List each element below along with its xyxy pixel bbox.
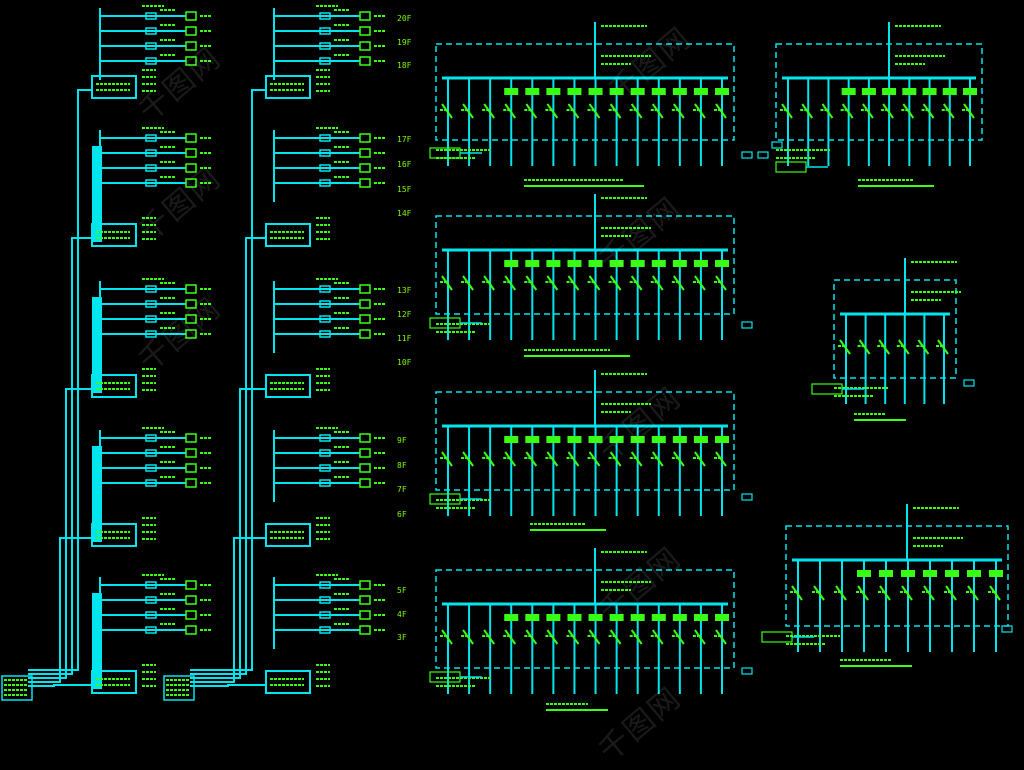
breaker-tag	[609, 436, 624, 443]
floor-label: 17F	[397, 135, 412, 144]
breaker-tag	[630, 88, 645, 95]
feeder-line	[190, 684, 266, 687]
breaker-tag	[672, 260, 687, 267]
riser-fill	[92, 593, 102, 689]
breaker-tag	[609, 260, 624, 267]
breaker-tag	[693, 614, 708, 621]
breaker-tag	[588, 260, 603, 267]
breaker-tag	[693, 88, 708, 95]
breaker-tag	[630, 614, 645, 621]
breaker-tag	[963, 88, 977, 95]
breaker-tag	[841, 88, 856, 95]
breaker-tag	[922, 88, 937, 95]
breaker-tag	[609, 614, 624, 621]
riser-fill	[92, 297, 102, 393]
floor-label: 16F	[397, 160, 412, 169]
breaker-tag	[504, 260, 519, 267]
breaker-tag	[672, 88, 687, 95]
floor-label: 10F	[397, 358, 412, 367]
floor-label: 13F	[397, 286, 412, 295]
riser-fill	[92, 146, 102, 242]
breaker-tag	[672, 436, 687, 443]
breaker-tag	[715, 614, 729, 621]
breaker-tag	[923, 570, 937, 577]
breaker-tag	[672, 614, 687, 621]
breaker-tag	[715, 260, 729, 267]
breaker-tag	[630, 260, 645, 267]
breaker-tag	[567, 614, 582, 621]
floor-label: 4F	[397, 610, 407, 619]
breaker-tag	[525, 260, 540, 267]
breaker-tag	[942, 88, 957, 95]
floor-label: 6F	[397, 510, 407, 519]
floor-label: 12F	[397, 310, 412, 319]
breaker-tag	[861, 88, 876, 95]
breaker-tag	[546, 436, 561, 443]
floor-label: 8F	[397, 461, 407, 470]
breaker-tag	[879, 570, 893, 577]
breaker-tag	[504, 436, 519, 443]
breaker-tag	[989, 570, 1003, 577]
breaker-tag	[651, 614, 666, 621]
floor-label: 9F	[397, 436, 407, 445]
breaker-tag	[857, 570, 871, 577]
breaker-tag	[588, 436, 603, 443]
breaker-tag	[651, 88, 666, 95]
breaker-tag	[546, 88, 561, 95]
breaker-tag	[945, 570, 959, 577]
breaker-tag	[525, 614, 540, 621]
floor-label: 11F	[397, 334, 412, 343]
breaker-tag	[967, 570, 981, 577]
breaker-tag	[901, 570, 915, 577]
floor-label: 3F	[397, 633, 407, 642]
breaker-tag	[882, 88, 897, 95]
floor-label: 15F	[397, 185, 412, 194]
breaker-tag	[525, 88, 540, 95]
breaker-tag	[715, 436, 729, 443]
breaker-tag	[525, 436, 540, 443]
breaker-tag	[609, 88, 624, 95]
breaker-tag	[588, 88, 603, 95]
breaker-tag	[546, 614, 561, 621]
floor-label: 20F	[397, 14, 412, 23]
breaker-tag	[567, 88, 582, 95]
floor-label: 18F	[397, 61, 412, 70]
breaker-tag	[693, 436, 708, 443]
floor-label: 19F	[397, 38, 412, 47]
floor-label: 7F	[397, 485, 407, 494]
breaker-tag	[630, 436, 645, 443]
breaker-tag	[715, 88, 729, 95]
breaker-tag	[546, 260, 561, 267]
floor-label: 5F	[397, 586, 407, 595]
breaker-tag	[567, 260, 582, 267]
breaker-tag	[504, 614, 519, 621]
breaker-tag	[902, 88, 917, 95]
breaker-tag	[693, 260, 708, 267]
electrical-distribution-diagram	[0, 0, 1024, 748]
breaker-tag	[567, 436, 582, 443]
feeder-line	[28, 684, 92, 687]
breaker-tag	[651, 436, 666, 443]
breaker-tag	[651, 260, 666, 267]
breaker-tag	[504, 88, 519, 95]
breaker-tag	[588, 614, 603, 621]
floor-label: 14F	[397, 209, 412, 218]
riser-fill	[92, 446, 102, 542]
